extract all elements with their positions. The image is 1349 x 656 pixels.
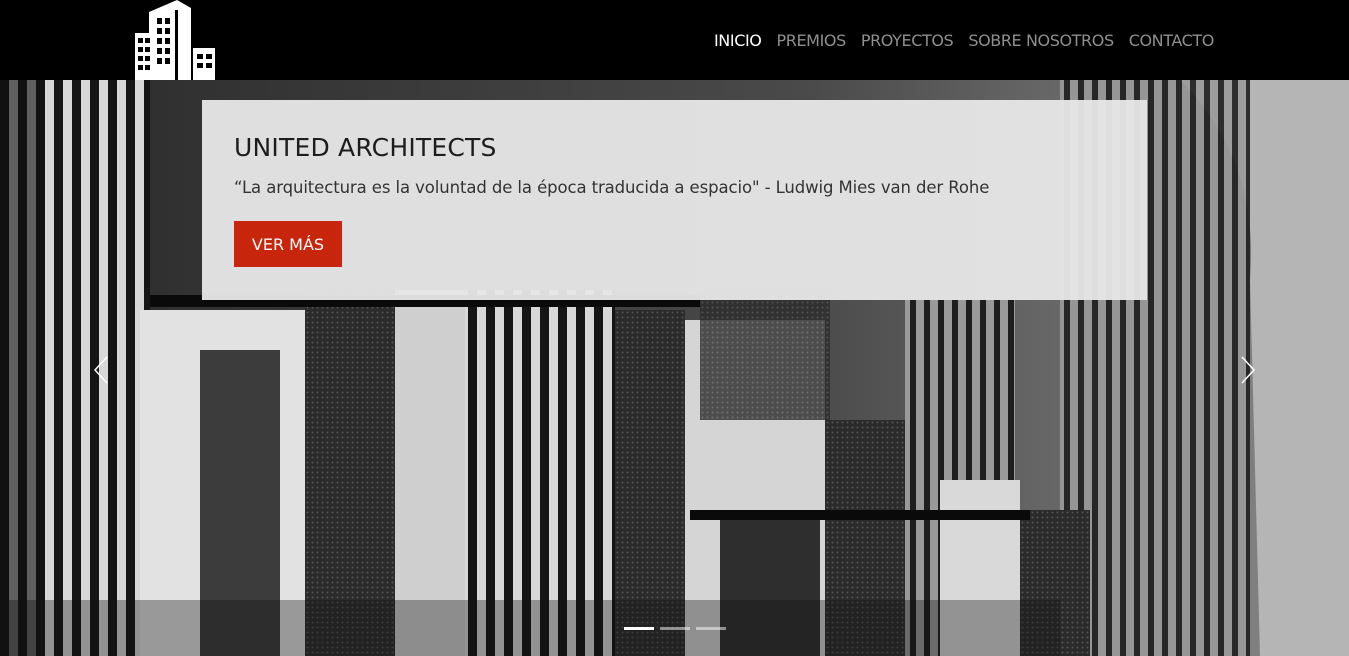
main-nav: INICIO PREMIOS PROYECTOS SOBRE NOSOTROS …: [714, 28, 1214, 52]
building-logo-icon[interactable]: [135, 0, 217, 80]
carousel-indicator-3[interactable]: [696, 627, 726, 630]
hero-carousel: UNITED ARCHITECTS “La arquitectura es la…: [0, 80, 1349, 656]
carousel-next-button[interactable]: [1233, 350, 1263, 390]
hero-caption-card: UNITED ARCHITECTS “La arquitectura es la…: [202, 100, 1147, 300]
ver-mas-button[interactable]: VER MÁS: [234, 221, 342, 267]
nav-item-inicio[interactable]: INICIO: [714, 31, 762, 50]
carousel-prev-button[interactable]: [86, 350, 116, 390]
carousel-indicators: [624, 627, 726, 633]
nav-item-sobre-nosotros[interactable]: SOBRE NOSOTROS: [968, 31, 1114, 50]
chevron-left-icon: [93, 356, 108, 384]
nav-item-contacto[interactable]: CONTACTO: [1129, 31, 1215, 50]
nav-item-premios[interactable]: PREMIOS: [776, 31, 846, 50]
top-navbar: INICIO PREMIOS PROYECTOS SOBRE NOSOTROS …: [0, 0, 1349, 80]
hero-title: UNITED ARCHITECTS: [234, 133, 497, 162]
hero-quote: “La arquitectura es la voluntad de la ép…: [234, 178, 990, 197]
carousel-indicator-2[interactable]: [660, 627, 690, 630]
nav-item-proyectos[interactable]: PROYECTOS: [861, 31, 954, 50]
chevron-right-icon: [1241, 356, 1256, 384]
carousel-indicator-1[interactable]: [624, 627, 654, 630]
